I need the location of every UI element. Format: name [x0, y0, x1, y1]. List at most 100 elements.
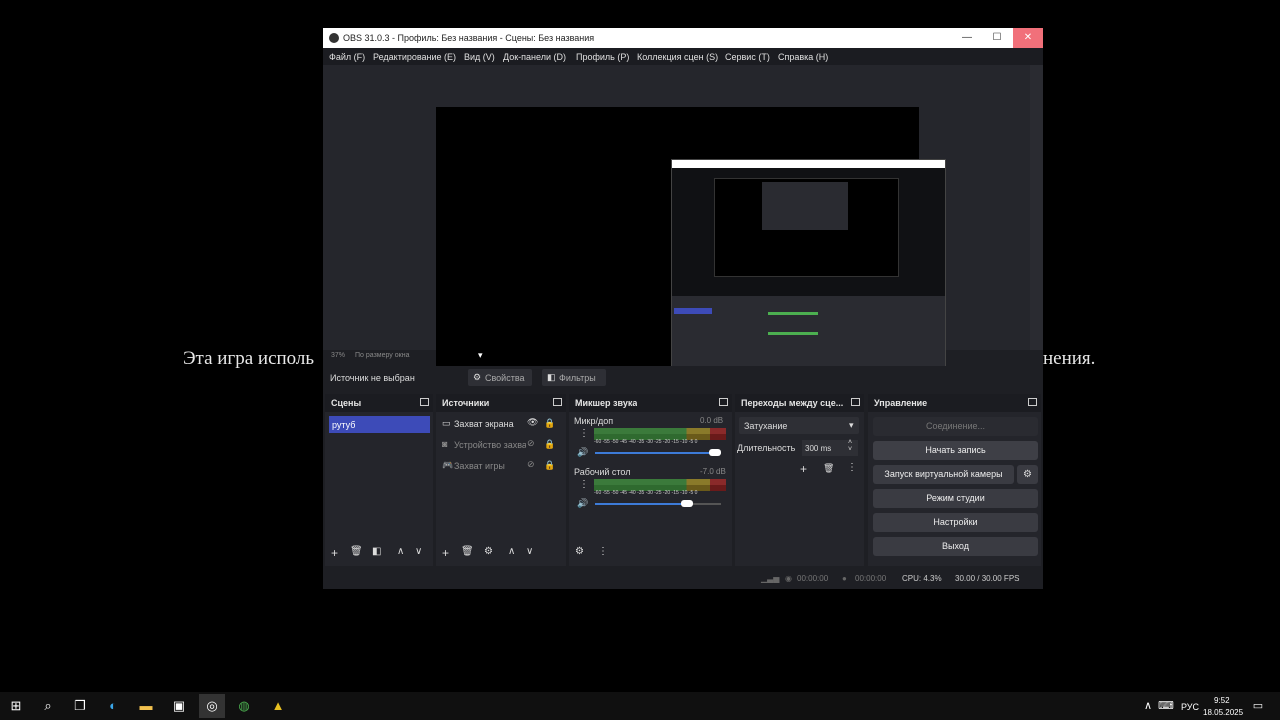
record-icon: ● — [842, 574, 847, 583]
more-icon[interactable]: ⋮ — [579, 428, 589, 439]
lock-icon[interactable]: 🔒 — [544, 460, 555, 471]
transition-select[interactable]: Затухание ▾ — [739, 417, 859, 434]
menu-tools[interactable]: Сервис (T) — [725, 52, 770, 62]
preview-scrollbar[interactable] — [1030, 65, 1043, 350]
clock-time[interactable]: 9:52 — [1214, 696, 1230, 705]
zoom-level[interactable]: 37% — [331, 352, 345, 359]
scenes-toolbar: + 🗑 ◧ ∧ ∨ — [325, 544, 433, 566]
undock-icon[interactable] — [851, 398, 860, 406]
add-icon[interactable]: + — [800, 462, 807, 476]
menu-help[interactable]: Справка (H) — [778, 52, 828, 62]
gear-icon[interactable]: ⚙ — [575, 546, 584, 557]
preview-zoom-bar: 37% По размеру окна ▾ — [323, 350, 1030, 362]
preview-canvas[interactable] — [436, 107, 946, 381]
source-item-game[interactable]: 🎮 Захват игры ⊘ 🔒 — [440, 458, 564, 474]
connect-button[interactable]: Соединение... — [873, 417, 1038, 436]
background-text-left: Эта игра исполь — [183, 348, 315, 369]
settings-button[interactable]: Настройки — [873, 513, 1038, 532]
trash-icon[interactable]: 🗑 — [350, 546, 363, 557]
trash-icon[interactable]: 🗑 — [461, 546, 474, 557]
lock-icon[interactable]: 🔒 — [544, 418, 555, 429]
background-text-right: нения. — [1043, 348, 1096, 369]
minimize-button[interactable]: — — [952, 28, 982, 48]
chrome-icon[interactable]: ◍ — [236, 698, 252, 714]
sources-toolbar: + 🗑 ⚙ ∧ ∨ — [436, 544, 566, 566]
clock-date[interactable]: 18.05.2025 — [1203, 708, 1243, 717]
obs-taskbar-icon[interactable]: ◎ — [199, 694, 225, 718]
notifications-icon[interactable]: ▭ — [1250, 698, 1266, 714]
undock-icon[interactable] — [719, 398, 728, 406]
meter-scale: -60 -55 -50 -45 -40 -35 -30 -25 -20 -15 … — [594, 439, 698, 445]
source-label: Захват игры — [454, 461, 505, 471]
edge-icon[interactable]: ◐ — [105, 698, 121, 714]
chevron-up-icon[interactable]: ∧ — [508, 546, 515, 557]
more-icon[interactable]: ⋮ — [598, 546, 608, 557]
studio-mode-button[interactable]: Режим студии — [873, 489, 1038, 508]
source-label: Устройство захва — [454, 440, 526, 450]
keyboard-icon[interactable]: ⌨ — [1158, 698, 1174, 714]
controls-dock: Управление Соединение... Начать запись З… — [868, 394, 1041, 566]
close-button[interactable]: ✕ — [1013, 28, 1043, 48]
sources-title: Источники — [442, 398, 490, 408]
gear-icon[interactable]: ⚙ — [1017, 465, 1038, 484]
volume-slider[interactable] — [595, 500, 721, 507]
start-recording-button[interactable]: Начать запись — [873, 441, 1038, 460]
preview-content — [671, 159, 946, 374]
obs-logo-icon — [329, 33, 339, 43]
meter-scale: -60 -55 -50 -45 -40 -35 -30 -25 -20 -15 … — [594, 490, 698, 496]
filters-button[interactable]: ◧ Фильтры — [542, 369, 606, 386]
no-source-label: Источник не выбран — [330, 373, 415, 383]
chevron-up-icon[interactable]: ∧ — [1140, 698, 1156, 714]
properties-button[interactable]: ⚙ Свойства — [468, 369, 532, 386]
eye-hidden-icon[interactable]: ⊘ — [527, 438, 535, 449]
eye-hidden-icon[interactable]: ⊘ — [527, 459, 535, 470]
add-icon[interactable]: + — [331, 546, 338, 560]
file-explorer-icon[interactable]: ▬ — [138, 698, 154, 714]
search-icon[interactable]: ⌕ — [40, 698, 56, 714]
obs-window: OBS 31.0.3 - Профиль: Без названия - Сце… — [323, 28, 1043, 589]
chevron-down-icon[interactable]: ∨ — [526, 546, 533, 557]
duration-input[interactable]: 300 ms ˄ ˅ — [802, 439, 858, 456]
store-icon[interactable]: ▣ — [171, 698, 187, 714]
start-virtual-camera-button[interactable]: Запуск виртуальной камеры — [873, 465, 1014, 484]
chevron-down-icon[interactable]: ∨ — [415, 546, 422, 557]
lock-icon[interactable]: 🔒 — [544, 439, 555, 450]
undock-icon[interactable] — [553, 398, 562, 406]
menu-edit[interactable]: Редактирование (E) — [373, 52, 456, 62]
volume-slider[interactable] — [595, 449, 721, 456]
window-title: OBS 31.0.3 - Профиль: Без названия - Сце… — [343, 33, 595, 43]
scenes-title: Сцены — [331, 398, 362, 408]
controls-title: Управление — [874, 398, 928, 408]
gear-icon: ⚙ — [473, 372, 482, 382]
more-icon[interactable]: ⋮ — [847, 462, 857, 473]
menu-docks[interactable]: Док-панели (D) — [503, 52, 566, 62]
windows-start-icon[interactable]: ⊞ — [8, 698, 24, 714]
speaker-icon[interactable]: 🔊 — [577, 498, 588, 509]
chevron-down-icon[interactable]: ▾ — [478, 350, 483, 361]
gear-icon[interactable]: ⚙ — [484, 546, 493, 557]
maximize-button[interactable]: ☐ — [982, 28, 1012, 48]
menu-profile[interactable]: Профиль (P) — [576, 52, 629, 62]
filter-icon[interactable]: ◧ — [372, 546, 381, 557]
more-icon[interactable]: ⋮ — [579, 479, 589, 490]
speaker-icon[interactable]: 🔊 — [577, 447, 588, 458]
chevron-up-icon[interactable]: ∧ — [397, 546, 404, 557]
language-indicator[interactable]: РУС — [1181, 702, 1199, 712]
exit-button[interactable]: Выход — [873, 537, 1038, 556]
source-item-screen[interactable]: ▭ Захват экрана 👁 🔒 — [440, 416, 564, 432]
game-icon[interactable]: ▲ — [270, 698, 286, 714]
undock-icon[interactable] — [420, 398, 429, 406]
menu-file[interactable]: Файл (F) — [329, 52, 365, 62]
add-icon[interactable]: + — [442, 546, 449, 560]
task-view-icon[interactable]: ❐ — [72, 698, 88, 714]
menu-scene-collection[interactable]: Коллекция сцен (S) — [637, 52, 718, 62]
menu-view[interactable]: Вид (V) — [464, 52, 495, 62]
source-item-device[interactable]: ◙ Устройство захва ⊘ 🔒 — [440, 437, 564, 453]
undock-icon[interactable] — [1028, 398, 1037, 406]
gamepad-icon: 🎮 — [442, 460, 454, 470]
scene-item[interactable]: рутуб — [329, 416, 430, 433]
scale-mode-select[interactable]: По размеру окна — [355, 352, 409, 359]
trash-icon[interactable]: 🗑 — [823, 463, 834, 474]
eye-icon[interactable]: 👁 — [527, 417, 538, 428]
taskbar: ⊞ ⌕ ❐ ◐ ▬ ▣ ◎ ◍ ▲ ∧ ⌨ РУС 9:52 18.05.202… — [0, 692, 1280, 720]
